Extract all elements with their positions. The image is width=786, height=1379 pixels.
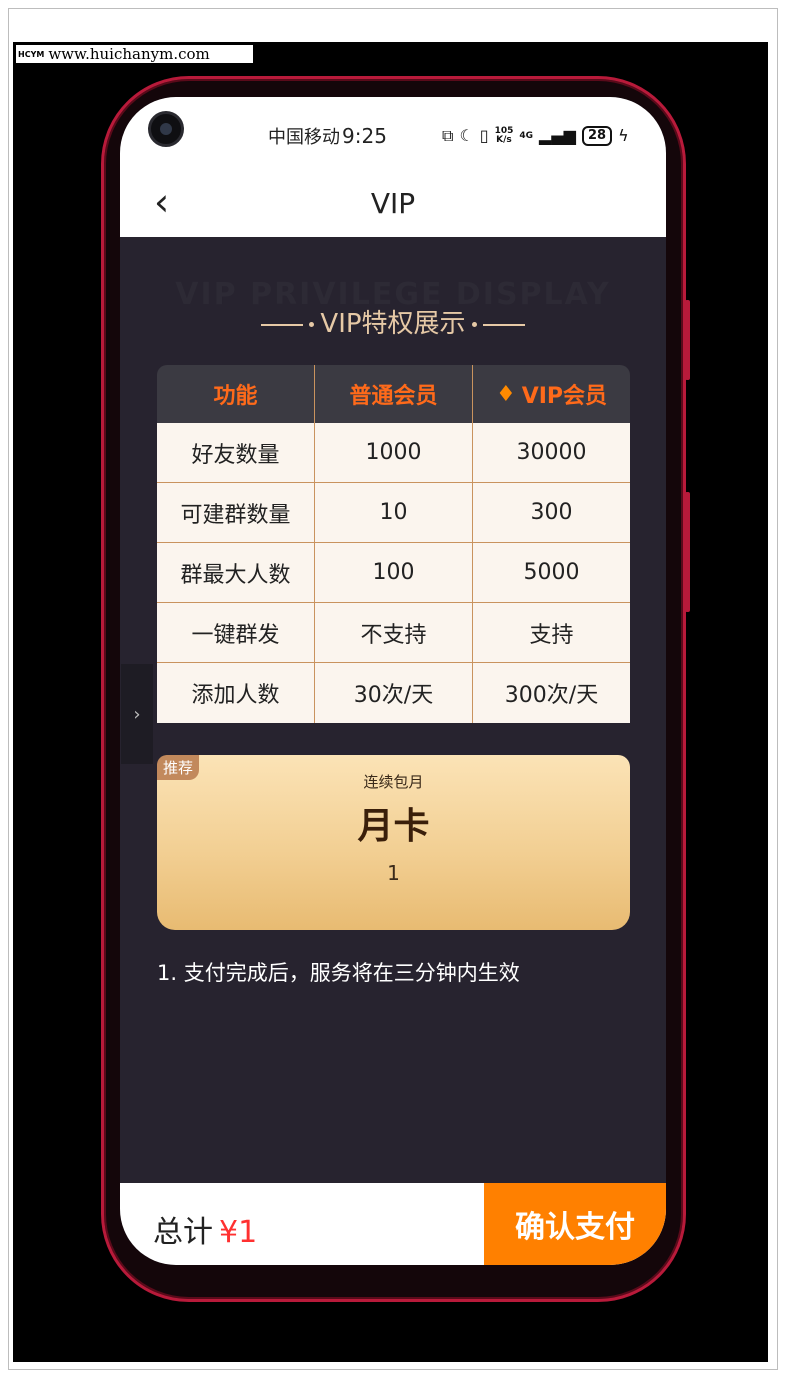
charging-icon: ϟ [618,126,629,145]
carrier-name: 中国移动 [268,127,340,148]
plan-name: 月卡 [357,806,430,847]
volume-button [685,300,690,380]
plan-subtitle: 连续包月 [363,773,424,791]
watermark: HCYM www.huichanym.com [16,45,253,63]
table-cell: 30次/天 [315,663,473,723]
status-bar: 中国移动 9:25 ⧉ ☾ ▯ 105 K/s 4G ▂▄▆ 28 ϟ [120,97,666,177]
network-speed: 105 K/s [494,126,514,145]
phone-screen: 中国移动 9:25 ⧉ ☾ ▯ 105 K/s 4G ▂▄▆ 28 ϟ ‹ VIP… [120,97,666,1265]
deco-dot-left [309,322,315,327]
cast-icon: ⧉ [442,126,454,145]
deco-line-right [482,323,525,326]
checkout-bar: 总计 ¥1 确认支付 [120,1183,666,1265]
network-type: 4G [519,130,534,141]
side-drawer-handle[interactable]: › [121,664,153,764]
table-cell: 不支持 [315,603,473,662]
table-row: 添加人数 30次/天 300次/天 [157,663,630,723]
table-row: 一键群发 不支持 支持 [157,603,630,663]
table-header-cell: 普通会员 [315,365,473,423]
table-cell: 可建群数量 [157,483,315,542]
status-icons: ⧉ ☾ ▯ 105 K/s 4G ▂▄▆ 28 ϟ [442,123,629,149]
camera-icon [148,111,184,147]
table-cell: 300 [530,500,573,525]
table-header: 功能 普通会员 ♦ VIP会员 [157,365,630,423]
watermark-logo: HCYM [18,50,45,59]
table-row: 可建群数量 10 300 [157,483,630,543]
table-row: 好友数量 1000 30000 [157,423,630,483]
table-cell: 1000 [315,423,473,482]
carrier-time: 中国移动 9:25 [268,123,387,149]
total-label: 总计 [153,1215,213,1250]
total-amount: ¥1 [219,1215,258,1250]
moon-icon: ☾ [459,126,474,145]
table-cell: 100 [315,543,473,602]
plan-card-monthly[interactable]: 推荐 连续包月 月卡 1 [157,755,630,930]
table-cell: 好友数量 [157,423,315,482]
deco-dot-right [471,322,477,327]
battery-icon: 28 [581,126,613,146]
power-button [685,492,690,612]
table-cell: 添加人数 [157,663,315,723]
table-header-cell: 功能 [157,365,315,423]
table-cell: 5000 [523,560,580,585]
vibrate-icon: ▯ [479,126,489,145]
page-title: VIP [370,187,416,220]
privilege-table: 功能 普通会员 ♦ VIP会员 好友数量 1000 30000 可建群数量 10 … [157,365,630,723]
diamond-icon: ♦ [495,381,516,407]
confirm-pay-button[interactable]: 确认支付 [484,1183,666,1265]
watermark-text: www.huichanym.com [48,45,210,63]
table-header-cell: ♦ VIP会员 [495,381,608,410]
plan-price: 1 [387,861,400,885]
table-cell: 一键群发 [157,603,315,662]
clock: 9:25 [342,124,387,148]
section-heading: VIP特权展示 [120,303,666,340]
total: 总计 ¥1 [153,1207,257,1251]
deco-line-left [261,323,304,326]
section-heading-text: VIP特权展示 [320,309,466,339]
table-cell: 30000 [516,440,587,465]
chevron-right-icon: › [133,703,141,725]
table-cell: 支持 [529,622,574,648]
signal-icon: ▂▄▆ [539,126,576,145]
table-cell: 10 [315,483,473,542]
payment-note: 1. 支付完成后，服务将在三分钟内生效 [157,961,520,985]
table-cell: 300次/天 [504,683,599,708]
table-cell: 群最大人数 [157,543,315,602]
table-row: 群最大人数 100 5000 [157,543,630,603]
nav-bar: ‹ VIP [120,177,666,237]
